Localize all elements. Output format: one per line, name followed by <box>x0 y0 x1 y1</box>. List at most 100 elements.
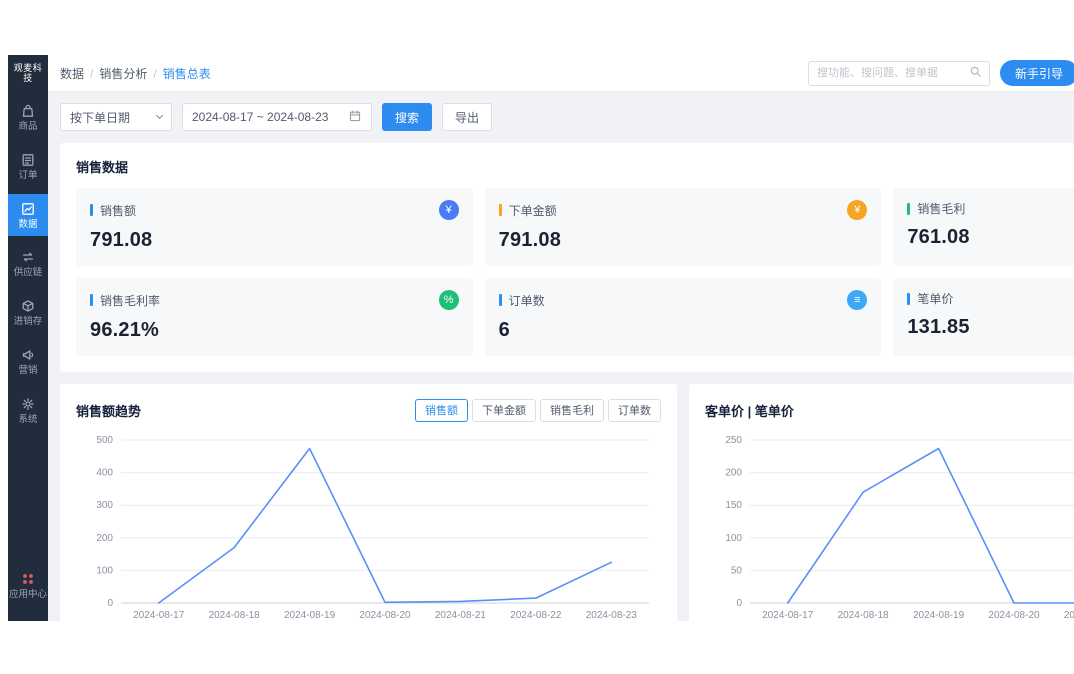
series-line <box>159 449 612 604</box>
global-search-input[interactable] <box>817 67 965 79</box>
sidebar-item-label: 营销 <box>18 366 37 377</box>
doc-circle-icon: ≡ <box>847 290 867 310</box>
sidebar-item-system[interactable]: 系统 <box>8 389 48 432</box>
sidebar: 观麦科技 商品 订单 数据 供应链 <box>8 55 48 621</box>
filter-bar: 按下单日期 2024-08-17 ~ 2024-08-23 搜索 导出 <box>60 103 1074 131</box>
x-axis-tick: 2024-08-18 <box>209 610 261 621</box>
breadcrumb-item-current: 销售总表 <box>163 65 211 82</box>
sidebar-item-label: 系统 <box>18 415 37 426</box>
tab-gross-profit[interactable]: 销售毛利 <box>540 399 604 422</box>
y-axis-tick: 250 <box>725 435 742 446</box>
page-content: 按下单日期 2024-08-17 ~ 2024-08-23 搜索 导出 销售数据 <box>48 91 1074 621</box>
newbie-guide-button[interactable]: 新手引导 <box>1000 60 1074 86</box>
x-axis-tick: 2024-08-19 <box>284 610 336 621</box>
sidebar-item-inventory[interactable]: 进销存 <box>8 291 48 334</box>
stat-card-order-count: 订单数 ≡ 6 <box>485 278 882 356</box>
sales-trend-card: 销售额趋势 销售额 下单金额 销售毛利 订单数 0 100 200 300 400 500… <box>60 384 677 621</box>
sales-data-card: 销售数据 销售额 ¥ 791.08 下单金额 <box>60 143 1074 372</box>
x-axis-tick: 2024-08-20 <box>988 610 1040 621</box>
main-area: 数据 销售分析 销售总表 新手引导 按下单日期 <box>48 55 1074 621</box>
yuan-circle-icon: ¥ <box>439 200 459 220</box>
sidebar-item-label: 应用中心 <box>9 590 47 601</box>
sidebar-item-orders[interactable]: 订单 <box>8 145 48 188</box>
tab-sales-amount[interactable]: 销售额 <box>415 399 468 422</box>
date-type-value: 按下单日期 <box>70 109 130 126</box>
x-axis-tick: 2024-08-19 <box>913 610 965 621</box>
y-axis-tick: 200 <box>725 468 742 479</box>
stat-label-bar <box>499 204 502 216</box>
x-axis-tick: 2024-08-23 <box>586 610 638 621</box>
x-axis-tick: 2024-08-17 <box>133 610 185 621</box>
export-button[interactable]: 导出 <box>442 103 492 131</box>
stat-value: 131.85 <box>907 316 1074 339</box>
stat-label: 销售额 <box>100 202 136 219</box>
stat-label: 订单数 <box>509 292 545 309</box>
chart-title: 销售额趋势 <box>76 401 141 420</box>
sidebar-item-label: 进销存 <box>14 317 43 328</box>
y-axis-tick: 150 <box>725 500 742 511</box>
stat-value: 6 <box>499 319 868 342</box>
price-chart-card: 客单价 | 笔单价 0501001502002502024-08-172024-… <box>689 384 1074 621</box>
stat-value: 791.08 <box>90 229 459 252</box>
stat-card-order-amount: 下单金额 ¥ 791.08 <box>485 188 882 266</box>
stat-card-per-order-price: 笔单价 131.85 <box>893 278 1074 356</box>
breadcrumb-item[interactable]: 销售分析 <box>99 65 162 82</box>
sales-trend-chart: 0 100 200 300 400 500 2024-08-17 2024-08-18 2024… <box>76 430 661 621</box>
stat-label-bar <box>907 203 910 215</box>
y-axis-tick: 100 <box>725 533 742 544</box>
app-logo: 观麦科技 <box>8 55 48 90</box>
y-axis-tick: 500 <box>96 435 113 446</box>
charts-row: 销售额趋势 销售额 下单金额 销售毛利 订单数 0 100 200 300 400 500… <box>60 384 1074 621</box>
date-type-select[interactable]: 按下单日期 <box>60 103 172 131</box>
chart-title: 客单价 | 笔单价 <box>705 401 794 420</box>
stat-value: 96.21% <box>90 319 459 342</box>
section-title: 销售数据 <box>76 157 1074 176</box>
stat-label-bar <box>90 294 93 306</box>
date-range-input[interactable]: 2024-08-17 ~ 2024-08-23 <box>182 103 372 131</box>
tab-order-count[interactable]: 订单数 <box>608 399 661 422</box>
y-axis-tick: 200 <box>96 533 113 544</box>
breadcrumb-item[interactable]: 数据 <box>60 65 99 82</box>
sidebar-item-label: 数据 <box>18 220 37 231</box>
calendar-icon <box>348 109 362 126</box>
stat-label: 销售毛利 <box>917 200 965 217</box>
stat-label-bar <box>907 293 910 305</box>
sidebar-item-data[interactable]: 数据 <box>8 194 48 237</box>
inventory-box-icon <box>20 298 36 314</box>
unit-price-chart: 0501001502002502024-08-172024-08-182024-… <box>705 430 1074 621</box>
sidebar-item-app-center[interactable]: 应用中心 <box>8 564 48 607</box>
stat-card-gross-profit: 销售毛利 761.08 <box>893 188 1074 266</box>
y-axis-tick: 0 <box>107 598 113 609</box>
stat-label-bar <box>90 204 93 216</box>
y-axis-tick: 100 <box>96 565 113 576</box>
sidebar-item-label: 供应链 <box>14 268 43 279</box>
y-axis-tick: 400 <box>96 468 113 479</box>
x-axis-tick: 2024-08-21 <box>435 610 487 621</box>
x-axis-tick: 2024-08-20 <box>359 610 411 621</box>
x-axis-tick: 2024-08-18 <box>838 610 890 621</box>
app-center-icon <box>20 571 36 587</box>
stat-value: 791.08 <box>499 229 868 252</box>
sidebar-item-label: 订单 <box>18 171 37 182</box>
stat-label: 笔单价 <box>917 290 953 307</box>
stat-card-gross-margin: 销售毛利率 % 96.21% <box>76 278 473 356</box>
metric-tabs: 销售额 下单金额 销售毛利 订单数 <box>415 399 661 422</box>
sidebar-item-marketing[interactable]: 营销 <box>8 340 48 383</box>
search-button[interactable]: 搜索 <box>382 103 432 131</box>
stat-label-bar <box>499 294 502 306</box>
sidebar-item-supply-chain[interactable]: 供应链 <box>8 242 48 285</box>
supply-chain-icon <box>20 249 36 265</box>
top-bar: 数据 销售分析 销售总表 新手引导 <box>48 55 1074 91</box>
tab-order-amount[interactable]: 下单金额 <box>472 399 536 422</box>
search-icon[interactable] <box>969 65 983 82</box>
x-axis-tick: 2024-08-17 <box>762 610 814 621</box>
x-axis-tick: 2024-08-22 <box>510 610 562 621</box>
series-line <box>788 449 1074 604</box>
app-window: 观麦科技 商品 订单 数据 供应链 <box>8 55 1074 621</box>
goods-bag-icon <box>20 103 36 119</box>
sidebar-item-goods[interactable]: 商品 <box>8 96 48 139</box>
order-list-icon <box>20 152 36 168</box>
sidebar-item-label: 商品 <box>18 122 37 133</box>
system-gear-icon <box>20 396 36 412</box>
y-axis-tick: 300 <box>96 500 113 511</box>
